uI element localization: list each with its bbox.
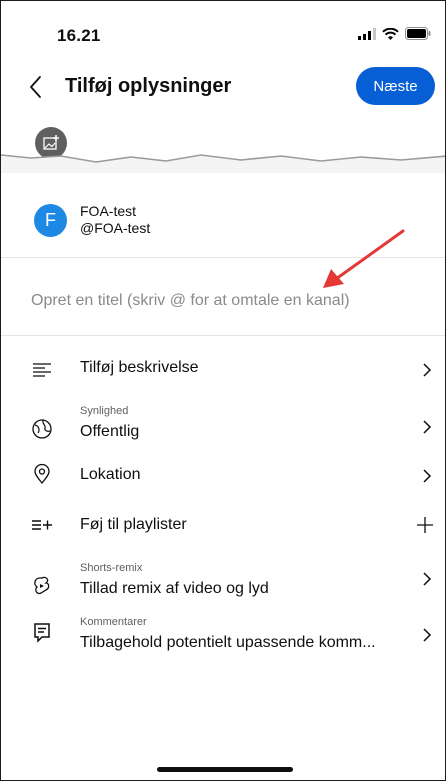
add-to-playlist-label: Føj til playlister: [80, 516, 187, 533]
remix-icon: [34, 576, 50, 595]
playlist-add-icon: [32, 520, 52, 530]
location-pin-icon: [34, 463, 50, 485]
chevron-right-icon: [423, 469, 432, 483]
channel-handle: @FOA-test: [80, 220, 151, 236]
wifi-icon: [382, 27, 399, 40]
chevron-right-icon: [423, 420, 432, 434]
status-time: 16.21: [57, 26, 101, 45]
avatar: F: [34, 204, 67, 237]
visibility-sublabel: Synlighed: [80, 405, 129, 417]
plus-icon: [417, 517, 433, 533]
back-chevron-icon[interactable]: [25, 72, 49, 102]
comments-sublabel: Kommentarer: [80, 616, 147, 628]
comments-row[interactable]: Kommentarer Tilbagehold potentielt upass…: [1, 613, 445, 657]
shorts-remix-sublabel: Shorts-remix: [80, 562, 143, 574]
status-bar: 16.21: [1, 1, 445, 61]
chevron-right-icon: [423, 363, 432, 377]
comments-value: Tilbagehold potentielt upassende komm...: [80, 634, 376, 651]
shorts-remix-value: Tillad remix af video og lyd: [80, 580, 269, 597]
home-indicator: [157, 767, 293, 772]
chevron-right-icon: [423, 628, 432, 642]
battery-icon: [405, 27, 431, 40]
description-icon: [33, 363, 51, 377]
page-title: Tilføj oplysninger: [65, 75, 232, 97]
location-row[interactable]: Lokation: [1, 459, 445, 493]
top-app-bar: Tilføj oplysninger Næste: [1, 63, 445, 113]
location-label: Lokation: [80, 466, 141, 483]
screenshot-torn-edge: [1, 154, 445, 173]
phone-screen: 16.21 Tilføj oplysninger Næste F FOA-tes…: [0, 0, 446, 781]
next-button[interactable]: Næste: [356, 67, 435, 105]
divider: [1, 335, 445, 336]
chevron-right-icon: [423, 572, 432, 586]
visibility-value: Offentlig: [80, 423, 140, 440]
shorts-remix-row[interactable]: Shorts-remix Tillad remix af video og ly…: [1, 559, 445, 603]
cellular-signal-icon: [358, 27, 376, 40]
title-input[interactable]: [31, 289, 421, 313]
comment-icon: [34, 623, 50, 643]
add-description-label: Tilføj beskrivelse: [80, 359, 199, 376]
globe-icon: [32, 419, 52, 439]
system-icons: [358, 27, 431, 40]
visibility-row[interactable]: Synlighed Offentlig: [1, 401, 445, 445]
add-to-playlist-row[interactable]: Føj til playlister: [1, 509, 445, 543]
channel-name: FOA-test: [80, 203, 137, 219]
add-description-row[interactable]: Tilføj beskrivelse: [1, 353, 445, 387]
